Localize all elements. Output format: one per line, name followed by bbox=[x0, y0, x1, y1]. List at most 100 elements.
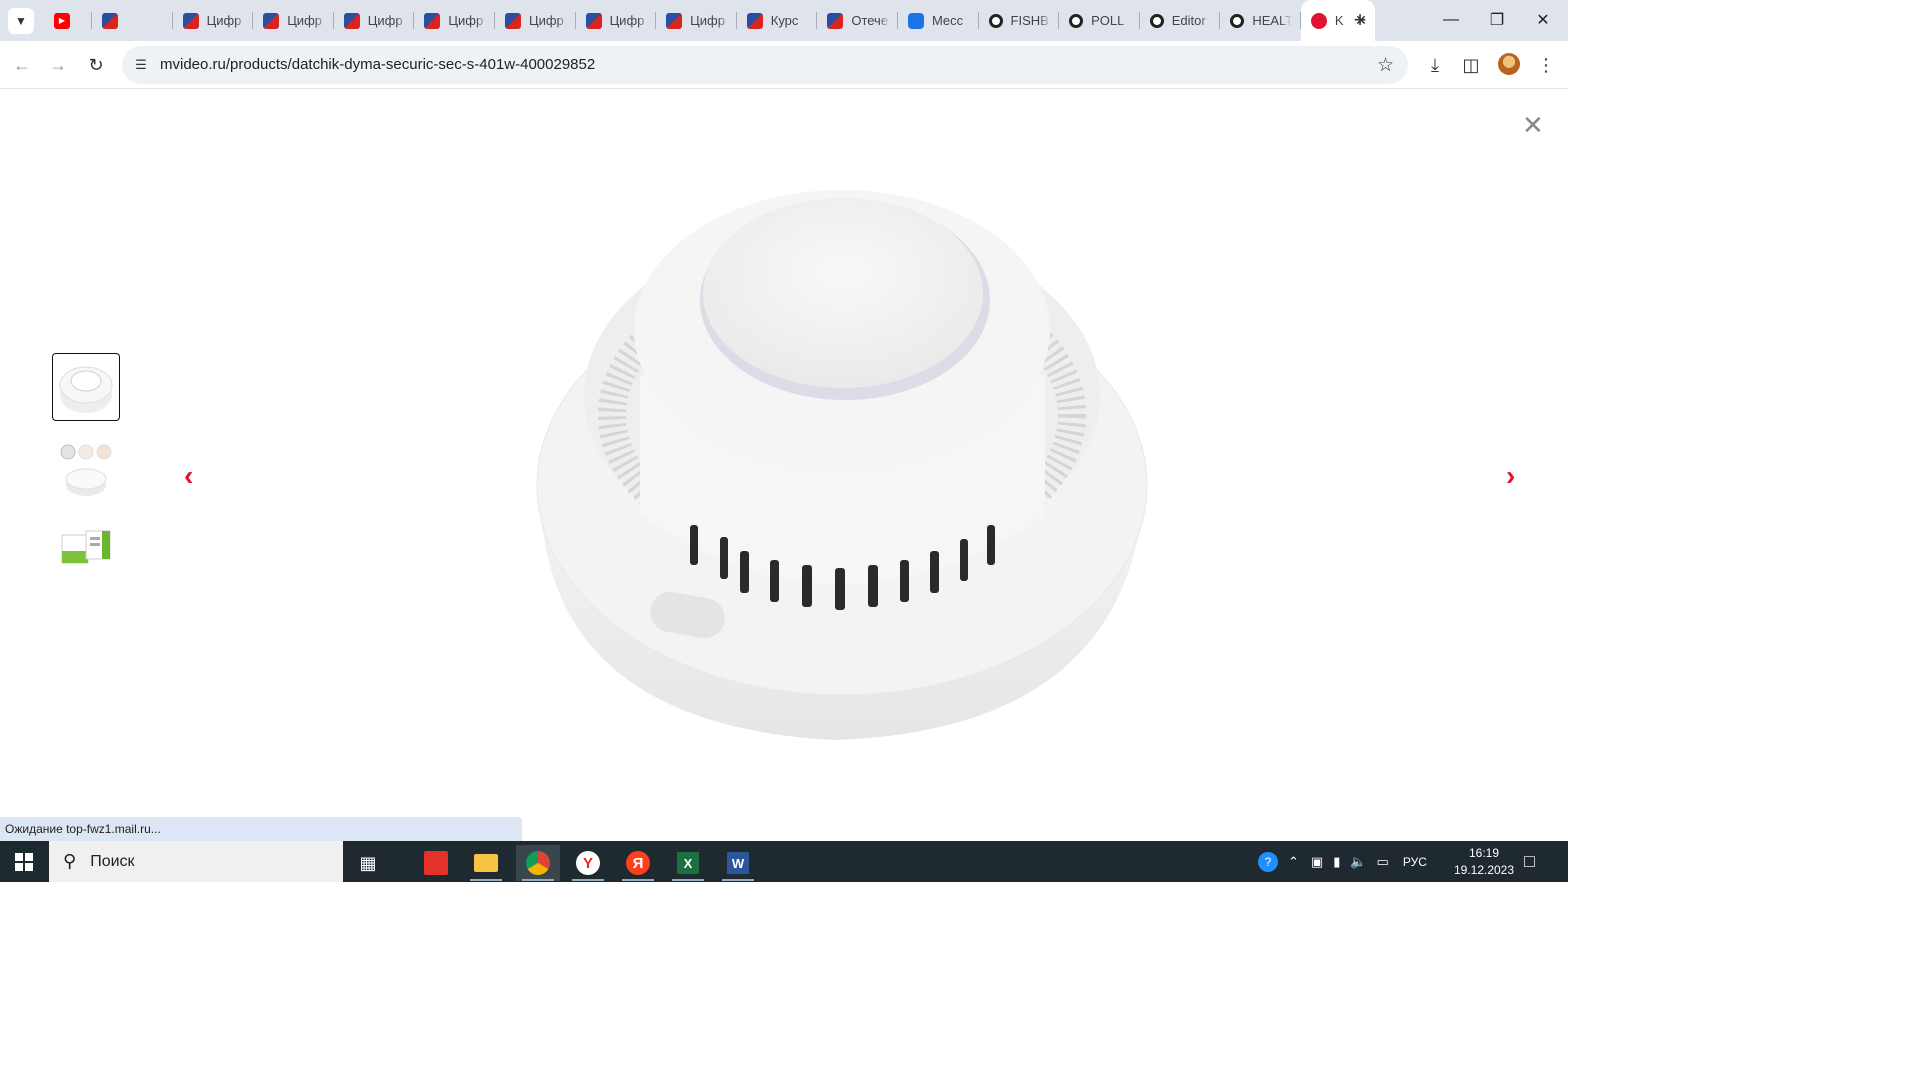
tab-title: Цифр bbox=[448, 13, 484, 28]
tab-title: Отече bbox=[851, 13, 889, 28]
tab[interactable] bbox=[92, 0, 173, 41]
minimize-button[interactable]: — bbox=[1428, 6, 1474, 34]
tab-title: Цифр bbox=[206, 13, 242, 28]
plus-icon: + bbox=[1353, 7, 1367, 32]
yandex-browser-icon: Y bbox=[576, 851, 600, 875]
tab[interactable]: Цифр bbox=[414, 0, 495, 41]
tab[interactable]: Месс bbox=[898, 0, 979, 41]
mgu-favicon-icon bbox=[263, 12, 280, 29]
network-icon[interactable]: ▭ bbox=[1377, 854, 1389, 870]
taskbar-clock[interactable]: 16:19 19.12.2023 bbox=[1452, 845, 1516, 879]
start-button[interactable] bbox=[0, 841, 48, 882]
smoke-detector-thumb-image bbox=[59, 366, 113, 413]
modal-close-icon[interactable]: ✕ bbox=[1522, 110, 1544, 141]
chevron-up-icon[interactable]: ⌃ bbox=[1288, 854, 1299, 870]
close-icon: ✕ bbox=[1536, 12, 1550, 29]
notifications-button[interactable]: □ bbox=[1524, 841, 1535, 882]
smoke-detector-product-image bbox=[536, 190, 1148, 740]
taskbar-app-chrome[interactable] bbox=[516, 845, 560, 881]
taskbar-app-yandex[interactable]: Я bbox=[616, 845, 660, 881]
next-image-arrow[interactable]: › bbox=[1506, 460, 1515, 492]
taskbar-app-excel[interactable]: X bbox=[666, 845, 710, 881]
browser-toolbar: ← → ↻ ☰ mvideo.ru/products/datchik-dyma-… bbox=[0, 41, 1568, 89]
previous-image-arrow[interactable]: ‹ bbox=[184, 460, 193, 492]
tab-search-button[interactable]: ▼ bbox=[8, 8, 34, 34]
new-tab-button[interactable]: + bbox=[1346, 6, 1374, 34]
forward-button[interactable]: → bbox=[46, 53, 70, 77]
taskbar-app-file-explorer[interactable] bbox=[464, 845, 508, 881]
tab-title: Цифр bbox=[528, 13, 564, 28]
bookmark-star-icon[interactable]: ☆ bbox=[1377, 54, 1394, 77]
notification-icon: □ bbox=[1524, 851, 1535, 871]
volume-icon[interactable]: 🔈 bbox=[1350, 854, 1366, 870]
mgu-favicon-icon bbox=[182, 12, 199, 29]
yandex-icon: Я bbox=[626, 851, 650, 875]
tab-title: Editor bbox=[1171, 13, 1206, 28]
status-bar: Ожидание top-fwz1.mail.ru... bbox=[0, 817, 522, 841]
product-gallery-modal: ✕ ‹ › Ожидание top-fwz1.mail.ru... bbox=[0, 90, 1568, 841]
messenger-favicon-icon bbox=[907, 12, 924, 29]
tab[interactable]: Цифр bbox=[495, 0, 576, 41]
mgu-favicon-icon bbox=[504, 12, 521, 29]
tab-title: Цифр bbox=[690, 13, 725, 28]
thumbnail-smoke-detector-views[interactable] bbox=[52, 435, 120, 503]
taskbar-app-anydesk[interactable] bbox=[414, 845, 458, 881]
tab-strip: ▼ ▶ Цифр Цифр Цифр Цифр Цифр Цифр Цифр Курс Отече… bbox=[0, 0, 1568, 41]
download-icon[interactable]: ⤓ bbox=[1423, 53, 1447, 77]
url-text[interactable]: mvideo.ru/products/datchik-dyma-securic-… bbox=[160, 56, 595, 73]
reload-button[interactable]: ↻ bbox=[84, 53, 108, 77]
reload-icon: ↻ bbox=[88, 54, 104, 75]
excel-icon: X bbox=[677, 852, 699, 874]
tab-title: Цифр bbox=[609, 13, 645, 28]
tab[interactable]: Цифр bbox=[656, 0, 737, 41]
chrome-style-favicon-icon bbox=[988, 13, 1003, 28]
tab[interactable]: HEALT bbox=[1220, 0, 1301, 41]
tab[interactable]: Цифр bbox=[173, 0, 254, 41]
tab[interactable]: ▶ bbox=[44, 0, 92, 41]
tab[interactable]: FISHB bbox=[979, 0, 1060, 41]
tab-title: Цифр bbox=[367, 13, 403, 28]
tab[interactable]: Цифр bbox=[334, 0, 415, 41]
taskbar-app-word[interactable]: W bbox=[716, 845, 760, 881]
windows-logo-icon bbox=[15, 852, 33, 871]
package-box-thumb-image bbox=[61, 530, 111, 564]
mgu-favicon-icon bbox=[424, 12, 441, 29]
search-icon: ⚲ bbox=[63, 851, 77, 871]
anydesk-icon bbox=[424, 851, 448, 875]
mgu-favicon-icon bbox=[585, 12, 602, 29]
tab[interactable]: Отече bbox=[817, 0, 898, 41]
task-view-button[interactable]: ▦ bbox=[346, 845, 390, 881]
chrome-style-favicon-icon bbox=[1149, 13, 1164, 28]
side-panel-icon[interactable]: ◫ bbox=[1459, 53, 1483, 77]
back-button[interactable]: ← bbox=[10, 53, 34, 77]
close-window-button[interactable]: ✕ bbox=[1520, 6, 1566, 34]
minimize-icon: — bbox=[1443, 11, 1459, 28]
help-icon[interactable]: ? bbox=[1258, 851, 1278, 872]
folder-icon bbox=[474, 854, 498, 872]
tab-title: FISHB bbox=[1010, 13, 1049, 28]
thumbnail-smoke-detector-front[interactable] bbox=[52, 353, 120, 421]
mgu-favicon-icon bbox=[343, 12, 360, 29]
restore-button[interactable]: ❐ bbox=[1474, 6, 1520, 34]
tab-title: Курс bbox=[770, 13, 799, 28]
clock-date: 19.12.2023 bbox=[1453, 863, 1515, 877]
thumbnail-package-box[interactable] bbox=[52, 509, 120, 577]
taskbar-app-yandex-browser[interactable]: Y bbox=[566, 845, 610, 881]
address-bar[interactable]: ☰ mvideo.ru/products/datchik-dyma-securi… bbox=[122, 46, 1408, 84]
profile-avatar[interactable] bbox=[1498, 53, 1520, 75]
arrow-right-icon: → bbox=[49, 54, 67, 75]
menu-kebab-icon[interactable]: ⋮ bbox=[1534, 53, 1558, 77]
mgu-favicon-icon bbox=[102, 12, 118, 29]
meet-now-icon[interactable]: ▣ bbox=[1311, 854, 1323, 870]
restore-icon: ❐ bbox=[1489, 12, 1505, 29]
tab[interactable]: Editor bbox=[1140, 0, 1221, 41]
taskbar-search-box[interactable]: ⚲ Поиск bbox=[49, 841, 343, 882]
tab[interactable]: Цифр bbox=[253, 0, 334, 41]
tab[interactable]: POLL bbox=[1059, 0, 1140, 41]
site-info-icon[interactable]: ☰ bbox=[132, 56, 150, 74]
tab[interactable]: Курс bbox=[737, 0, 818, 41]
mgu-favicon-icon bbox=[666, 12, 683, 29]
battery-icon[interactable]: ▮ bbox=[1333, 854, 1340, 870]
tab[interactable]: Цифр bbox=[576, 0, 657, 41]
language-indicator[interactable]: РУС bbox=[1403, 855, 1427, 869]
